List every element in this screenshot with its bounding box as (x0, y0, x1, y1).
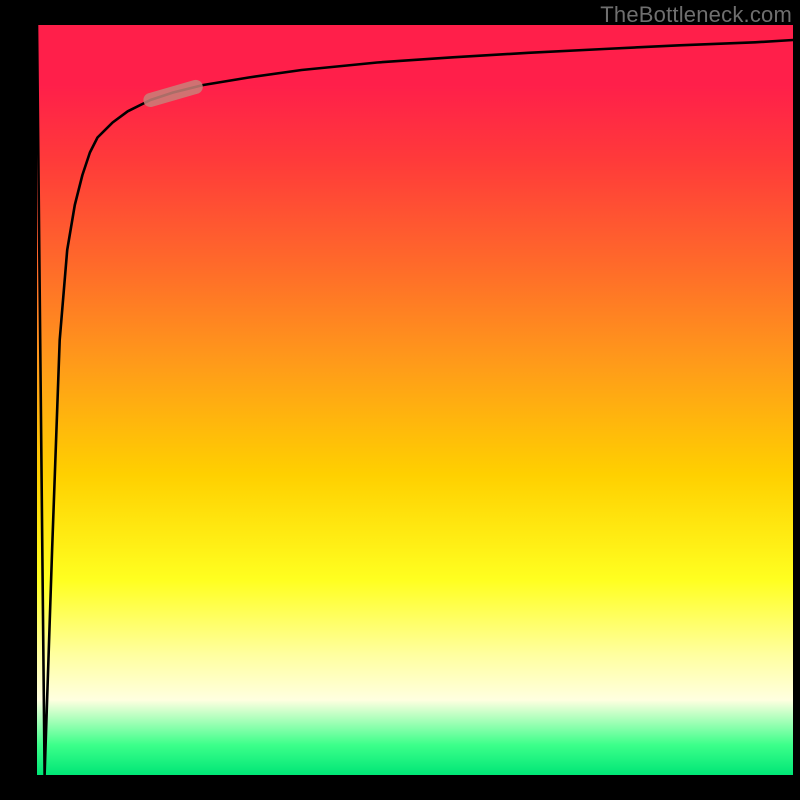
plot-area (37, 25, 793, 775)
chart-stage: TheBottleneck.com (0, 0, 800, 800)
